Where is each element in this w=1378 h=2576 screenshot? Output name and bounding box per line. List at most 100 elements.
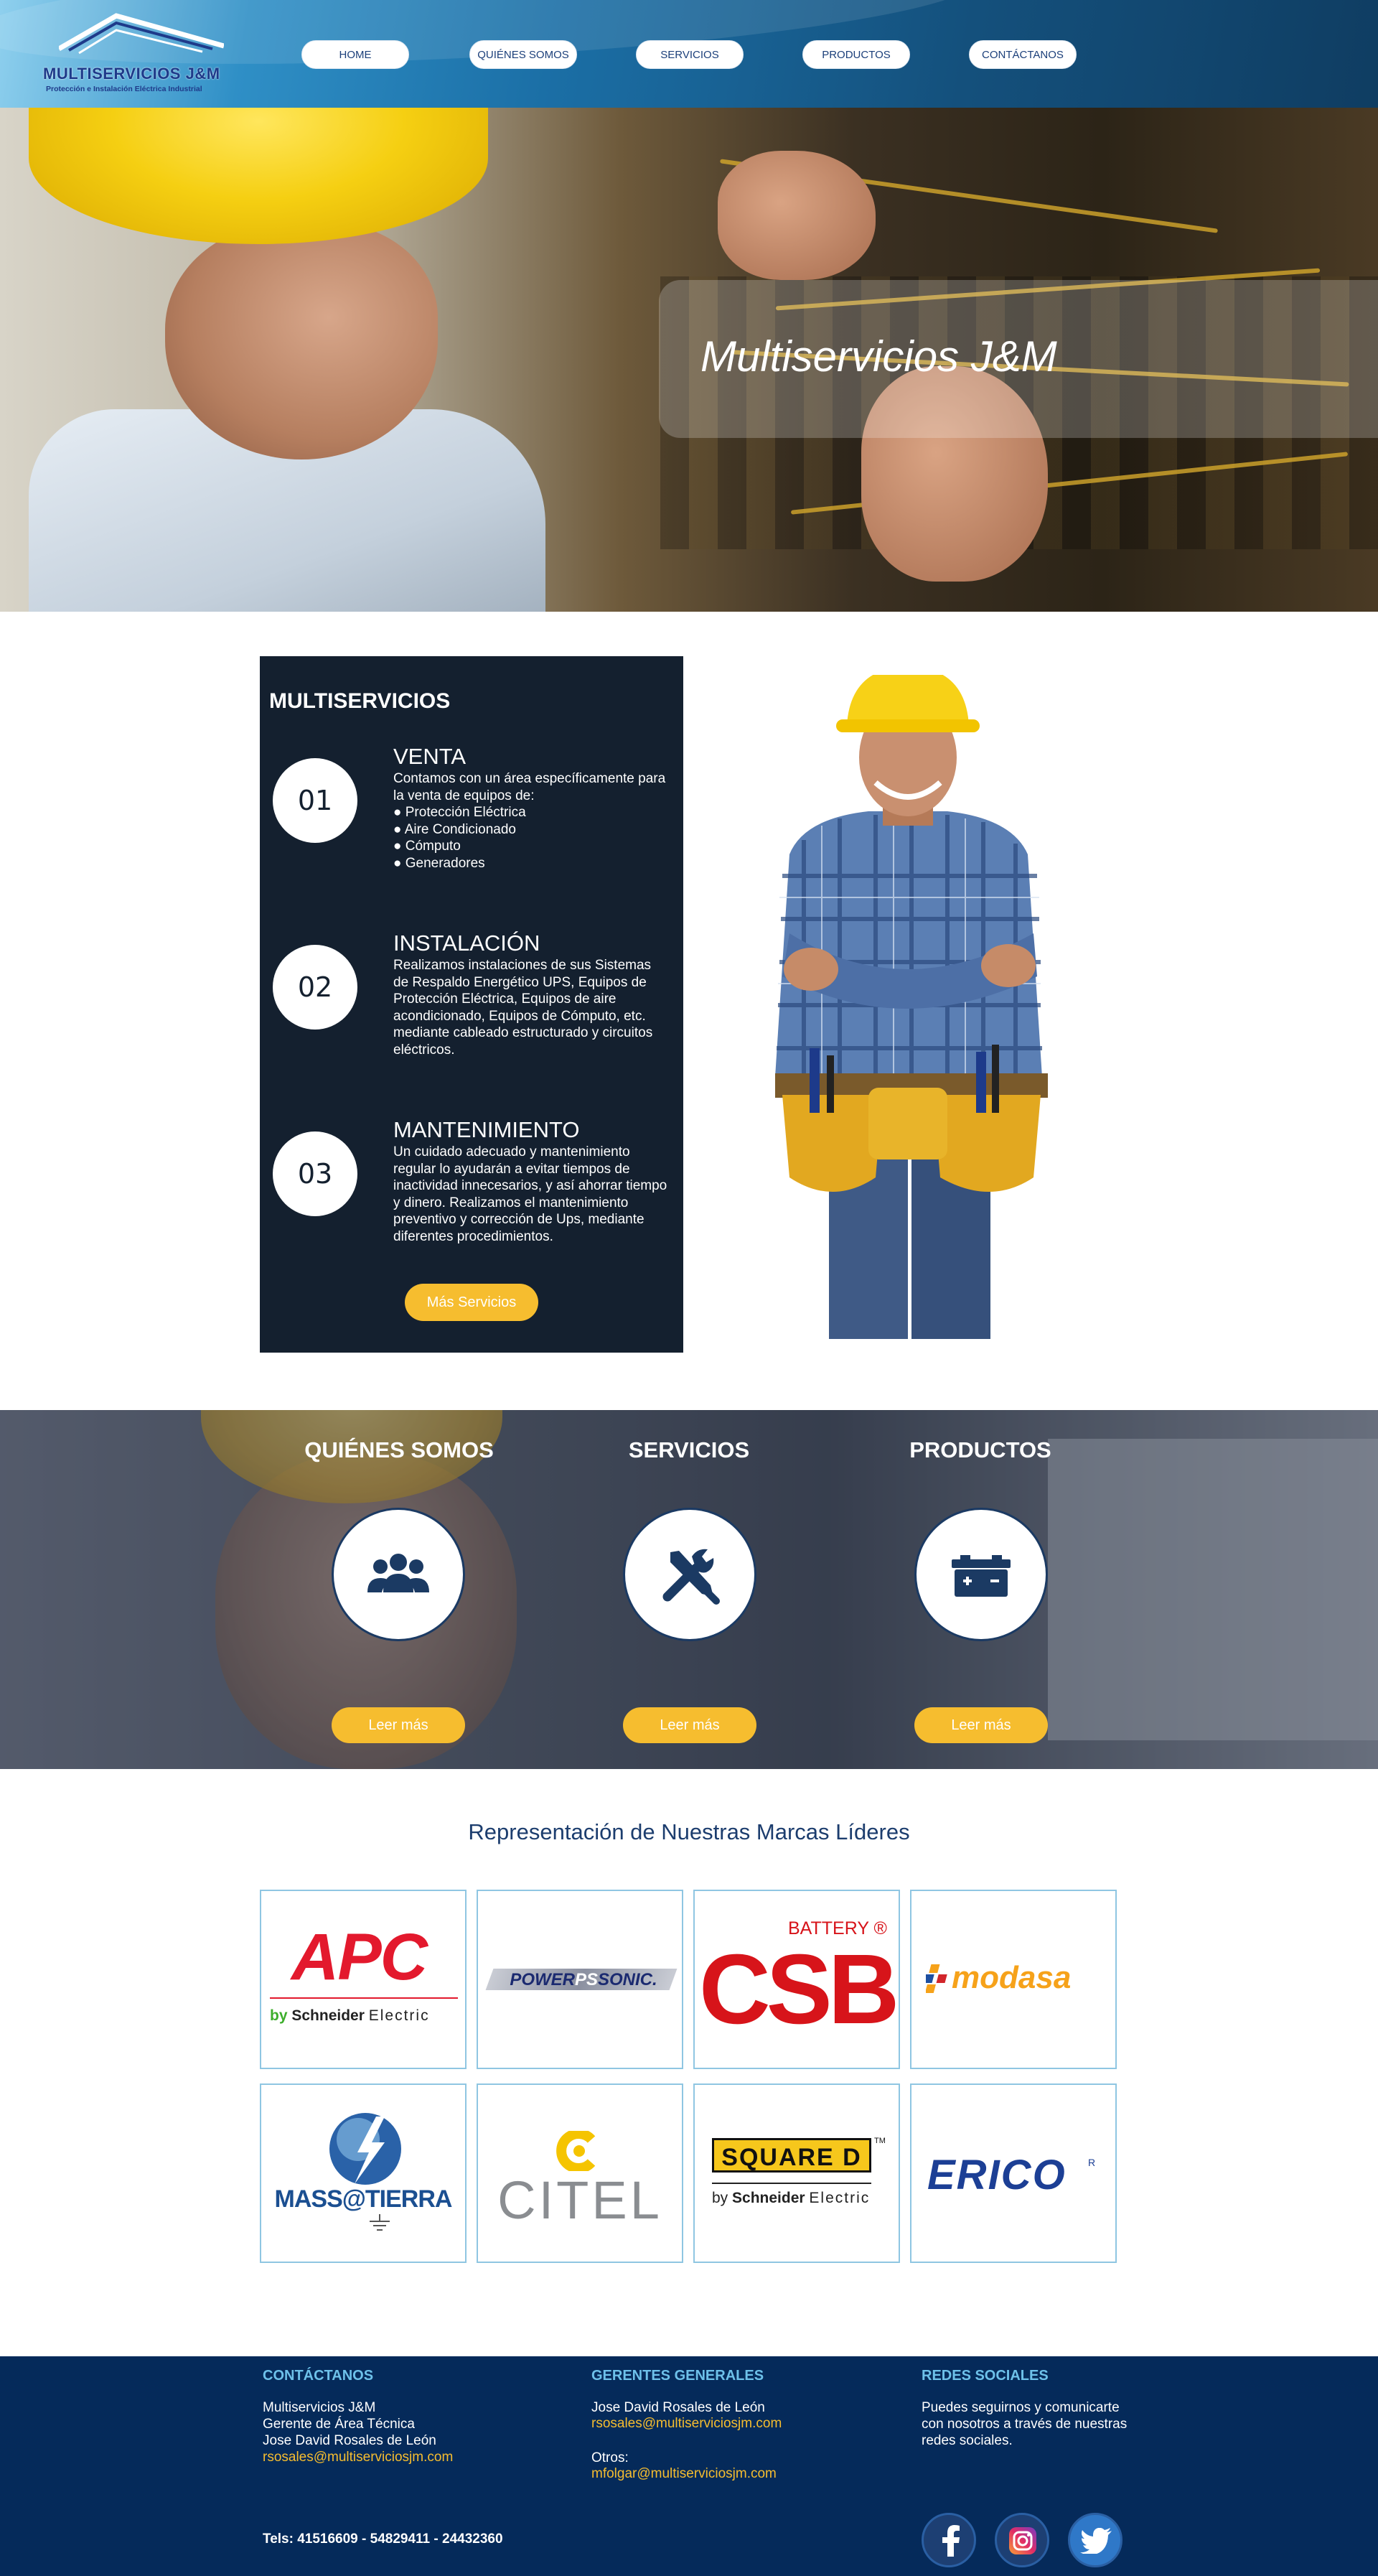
service-line: Realizamos instalaciones de sus Sistemas xyxy=(393,958,652,973)
footer-social-text: Puedes seguirnos y comunicarte con nosot… xyxy=(922,2399,1127,2449)
service-number-badge: 02 xyxy=(273,945,357,1030)
citel-logo: CITEL xyxy=(478,2085,682,2262)
footer-others-email-link[interactable]: mfolgar@multiserviciosjm.com xyxy=(591,2466,777,2482)
mass-tierra-wordmark: MASS@TIERRA xyxy=(274,2185,453,2213)
footer-contact-heading: CONTÁCTANOS xyxy=(263,2368,374,2384)
more-services-button[interactable]: Más Servicios xyxy=(405,1284,538,1321)
brand-card-power-sonic[interactable]: POWERPSSONIC. xyxy=(477,1890,683,2069)
modasa-logo: modasa xyxy=(911,1891,1115,2068)
worker-face-image xyxy=(165,223,438,459)
brand-card-csb[interactable]: BATTERY ® CSB xyxy=(693,1890,900,2069)
read-more-button-servicios[interactable]: Leer más xyxy=(623,1707,756,1743)
nav-home[interactable]: HOME xyxy=(301,40,409,69)
footer-others-label: Otros: xyxy=(591,2450,629,2465)
square-d-by: by xyxy=(712,2190,728,2206)
power-text: POWER xyxy=(510,1970,575,1989)
worker-hand-image xyxy=(718,151,876,280)
battery-icon xyxy=(952,1555,1011,1597)
twitter-link[interactable] xyxy=(1068,2513,1122,2567)
footer-line: Jose David Rosales de León xyxy=(263,2433,436,2448)
worker-image xyxy=(775,675,1048,1339)
power-sonic-logo: POWERPSSONIC. xyxy=(478,1891,682,2068)
csb-wordmark: CSB xyxy=(699,1934,899,2045)
footer-line: con nosotros a través de nuestras xyxy=(922,2417,1128,2432)
service-line: la venta de equipos de: xyxy=(393,788,535,803)
square-d-divider xyxy=(712,2183,871,2184)
users-icon xyxy=(367,1554,429,1592)
footer-social-heading: REDES SOCIALES xyxy=(922,2368,1049,2384)
brand-card-square-d[interactable]: SQUARE D TM by Schneider Electric xyxy=(693,2083,900,2263)
category-circle-productos[interactable] xyxy=(914,1508,1048,1641)
instagram-icon xyxy=(1009,2527,1036,2554)
service-line: ● Protección Eléctrica xyxy=(393,805,526,820)
square-d-byline: by Schneider Electric xyxy=(712,2190,870,2207)
service-title-instalacion: INSTALACIÓN xyxy=(393,930,540,956)
category-title-productos: PRODUCTOS xyxy=(909,1437,1051,1462)
instagram-link[interactable] xyxy=(995,2513,1049,2567)
category-title-quienes-somos: QUIÉNES SOMOS xyxy=(304,1437,494,1462)
brand-card-apc[interactable]: APC by Schneider Electric xyxy=(260,1890,467,2069)
service-line: ● Generadores xyxy=(393,855,485,871)
read-more-button-productos[interactable]: Leer más xyxy=(914,1707,1048,1743)
service-line: ● Cómputo xyxy=(393,839,461,854)
footer-manager-email-link[interactable]: rsosales@multiserviciosjm.com xyxy=(591,2416,782,2432)
sonic-text: SONIC. xyxy=(598,1970,657,1989)
brand-card-citel[interactable]: CITEL xyxy=(477,2083,683,2263)
footer-line: Multiservicios J&M xyxy=(263,2400,376,2415)
square-d-schneider: Schneider xyxy=(732,2190,805,2206)
service-line: eléctricos. xyxy=(393,1042,455,1058)
category-circle-quienes-somos[interactable] xyxy=(332,1508,465,1641)
modasa-mark-icon xyxy=(926,1964,947,1993)
service-line: regular lo ayudarán a evitar tiempos de xyxy=(393,1161,630,1177)
footer-phones: Tels: 41516609 - 54829411 - 24432360 xyxy=(263,2531,503,2547)
nav-quienes-somos[interactable]: QUIÉNES SOMOS xyxy=(469,40,577,69)
service-title-venta: VENTA xyxy=(393,744,467,769)
square-d-wordmark: SQUARE D xyxy=(712,2138,871,2173)
main-nav: HOME QUIÉNES SOMOS SERVICIOS PRODUCTOS C… xyxy=(0,40,1378,69)
brand-card-erico[interactable]: ERICO R xyxy=(910,2083,1117,2263)
apc-schneider: Schneider xyxy=(291,2007,365,2024)
nav-servicios[interactable]: SERVICIOS xyxy=(636,40,744,69)
nav-contactanos[interactable]: CONTÁCTANOS xyxy=(969,40,1077,69)
service-text-mantenimiento: Un cuidado adecuado y mantenimiento regu… xyxy=(393,1144,684,1245)
csb-logo: BATTERY ® CSB xyxy=(695,1891,899,2068)
apc-byline: by Schneider Electric xyxy=(270,2007,430,2025)
erico-wordmark: ERICO xyxy=(927,2152,1067,2198)
footer-contact-text: Multiservicios J&M Gerente de Área Técni… xyxy=(263,2399,436,2449)
service-title-mantenimiento: MANTENIMIENTO xyxy=(393,1117,580,1142)
apc-logo: APC by Schneider Electric xyxy=(261,1891,465,2068)
footer-line: Puedes seguirnos y comunicarte xyxy=(922,2400,1120,2415)
read-more-button-quienes-somos[interactable]: Leer más xyxy=(332,1707,465,1743)
square-d-tm: TM xyxy=(874,2137,886,2145)
citel-sun-icon xyxy=(556,2131,596,2171)
service-line: mediante cableado estructurado y circuit… xyxy=(393,1025,653,1040)
hard-hat-image xyxy=(29,108,488,244)
facebook-link[interactable] xyxy=(922,2513,976,2567)
category-title-servicios: SERVICIOS xyxy=(628,1437,750,1462)
footer-contact-email-link[interactable]: rsosales@multiserviciosjm.com xyxy=(263,2450,453,2465)
erico-logo: ERICO R xyxy=(911,2085,1115,2262)
twitter-icon xyxy=(1080,2528,1112,2554)
nav-productos[interactable]: PRODUCTOS xyxy=(802,40,910,69)
square-d-logo: SQUARE D TM by Schneider Electric xyxy=(695,2085,899,2262)
service-line: Contamos con un área específicamente par… xyxy=(393,771,666,786)
service-line: ● Aire Condicionado xyxy=(393,821,516,837)
modasa-wordmark: modasa xyxy=(952,1960,1072,1995)
apc-wordmark: APC xyxy=(291,1921,428,1994)
footer-line: Gerente de Área Técnica xyxy=(263,2417,415,2432)
globe-lightning-icon xyxy=(329,2113,401,2185)
service-number-badge: 01 xyxy=(273,758,357,843)
square-d-electric: Electric xyxy=(809,2190,871,2206)
service-line: y dinero. Realizamos el mantenimiento xyxy=(393,1195,629,1210)
brand-card-mass-tierra[interactable]: MASS@TIERRA xyxy=(260,2083,467,2263)
apc-electric: Electric xyxy=(368,2007,430,2024)
facebook-icon xyxy=(942,2525,960,2557)
category-circle-servicios[interactable] xyxy=(623,1508,756,1641)
hero-title: Multiservicios J&M xyxy=(700,332,1057,381)
brand-card-modasa[interactable]: modasa xyxy=(910,1890,1117,2069)
service-text-instalacion: Realizamos instalaciones de sus Sistemas… xyxy=(393,957,684,1058)
footer-line: redes sociales. xyxy=(922,2433,1013,2448)
power-sonic-wordmark: POWERPSSONIC. xyxy=(494,1970,673,1990)
footer-managers-heading: GERENTES GENERALES xyxy=(591,2368,764,2384)
service-line: acondicionado, Equipos de Cómputo, etc. xyxy=(393,1008,646,1024)
